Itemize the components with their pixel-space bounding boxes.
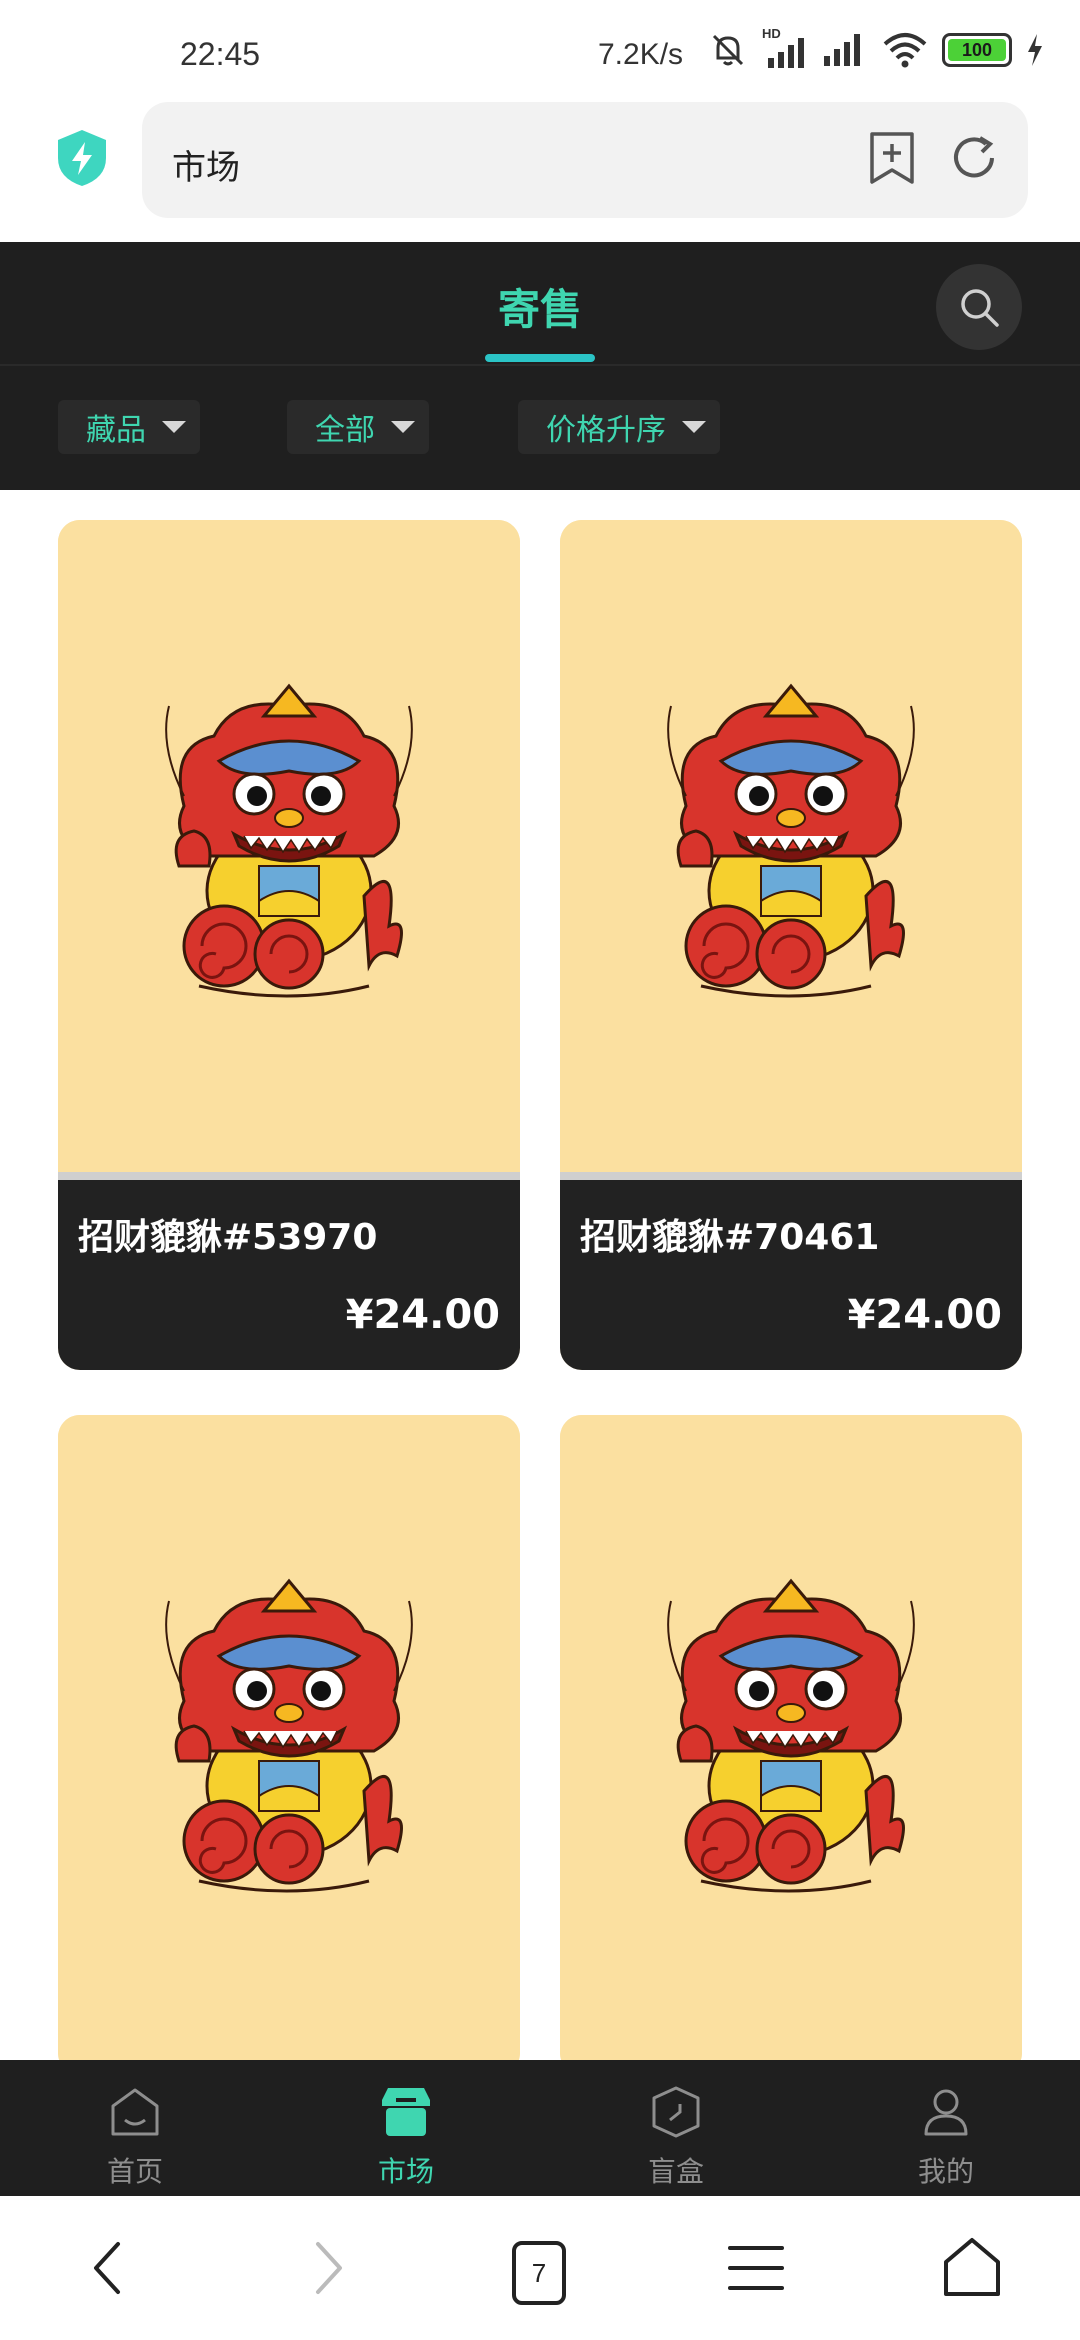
listing-artwork — [560, 1415, 1022, 2067]
dropdown-caret-icon — [391, 421, 415, 433]
wifi-icon — [883, 33, 927, 68]
nav-label: 市场 — [377, 2155, 434, 2188]
pixiu-artwork-image — [164, 684, 414, 998]
listing-artwork — [560, 520, 1022, 1172]
market-header: 寄售 藏品 全部 价格升序 — [0, 242, 1080, 490]
hd-signal-icon: HD — [762, 26, 810, 70]
filter-collection[interactable]: 藏品 — [58, 400, 200, 454]
url-text: 市场 — [172, 148, 240, 188]
pixiu-artwork-image — [164, 1579, 414, 1893]
nav-blind-box[interactable]: 盲盒 — [616, 2084, 736, 2190]
dropdown-caret-icon — [682, 421, 706, 433]
market-icon — [382, 2088, 430, 2136]
nav-home[interactable]: 首页 — [75, 2084, 195, 2190]
back-icon[interactable] — [88, 2236, 128, 2300]
listing-artwork — [58, 1415, 520, 2067]
listing-info: 招财貔貅#70461 ¥24.00 — [560, 1180, 1022, 1370]
pixiu-artwork-image — [666, 1579, 916, 1893]
forward-icon[interactable] — [308, 2236, 348, 2300]
dropdown-caret-icon — [162, 421, 186, 433]
search-button[interactable] — [936, 264, 1022, 350]
add-bookmark-icon[interactable] — [866, 130, 918, 186]
nav-market[interactable]: 市场 — [346, 2084, 466, 2190]
status-bar: 22:45 7.2K/s HD 100 — [0, 0, 1080, 100]
browser-nav-bar: 7 — [0, 2196, 1080, 2340]
network-speed: 7.2K/s — [598, 38, 684, 71]
muted-bell-icon — [712, 34, 744, 66]
nav-label: 首页 — [106, 2155, 163, 2188]
search-icon — [961, 289, 999, 327]
listing-name: 招财貔貅#70461 — [580, 1217, 880, 1258]
filter-label: 藏品 — [86, 413, 146, 448]
tab-consignment[interactable]: 寄售 — [480, 276, 600, 337]
profile-icon — [924, 2089, 968, 2136]
listing-card[interactable]: 招财貔貅#70461 ¥24.00 — [560, 520, 1022, 1370]
listing-card[interactable] — [560, 1415, 1022, 2075]
url-field[interactable]: 市场 — [142, 102, 1028, 218]
listing-price: ¥24.00 — [847, 1292, 1002, 1338]
filter-sort-price[interactable]: 价格升序 — [518, 400, 720, 454]
listing-info: 招财貔貅#53970 ¥24.00 — [58, 1180, 520, 1370]
shield-icon[interactable] — [54, 128, 110, 188]
battery-icon: 100 — [942, 33, 1012, 67]
nav-label: 我的 — [917, 2155, 974, 2188]
pixiu-artwork-image — [666, 684, 916, 998]
blind-box-icon — [652, 2086, 700, 2138]
nav-label: 盲盒 — [647, 2155, 704, 2188]
header-divider — [0, 364, 1080, 366]
reload-icon[interactable] — [946, 130, 1002, 186]
bottom-nav-bar: 首页 市场 盲盒 我的 — [0, 2060, 1080, 2196]
listing-name: 招财貔貅#53970 — [78, 1217, 378, 1258]
listing-artwork — [58, 520, 520, 1172]
tabs-button[interactable]: 7 — [512, 2241, 566, 2305]
browser-url-bar: 市场 — [0, 100, 1080, 242]
menu-icon[interactable] — [728, 2236, 784, 2300]
listing-card[interactable] — [58, 1415, 520, 2075]
filter-label: 价格升序 — [546, 413, 666, 448]
battery-level: 100 — [961, 39, 993, 60]
status-time: 22:45 — [180, 36, 261, 72]
filter-label: 全部 — [315, 413, 375, 448]
listing-price: ¥24.00 — [345, 1292, 500, 1338]
charging-icon — [1028, 34, 1042, 66]
listing-card[interactable]: 招财貔貅#53970 ¥24.00 — [58, 520, 520, 1370]
home-icon — [111, 2088, 159, 2136]
filter-all[interactable]: 全部 — [287, 400, 429, 454]
cell-signal-icon — [824, 34, 860, 66]
nav-profile[interactable]: 我的 — [886, 2084, 1006, 2190]
tab-count: 7 — [531, 2257, 547, 2288]
tab-indicator — [485, 354, 595, 362]
status-icons: HD 100 — [708, 26, 1044, 70]
home-page-icon[interactable] — [942, 2236, 1002, 2300]
